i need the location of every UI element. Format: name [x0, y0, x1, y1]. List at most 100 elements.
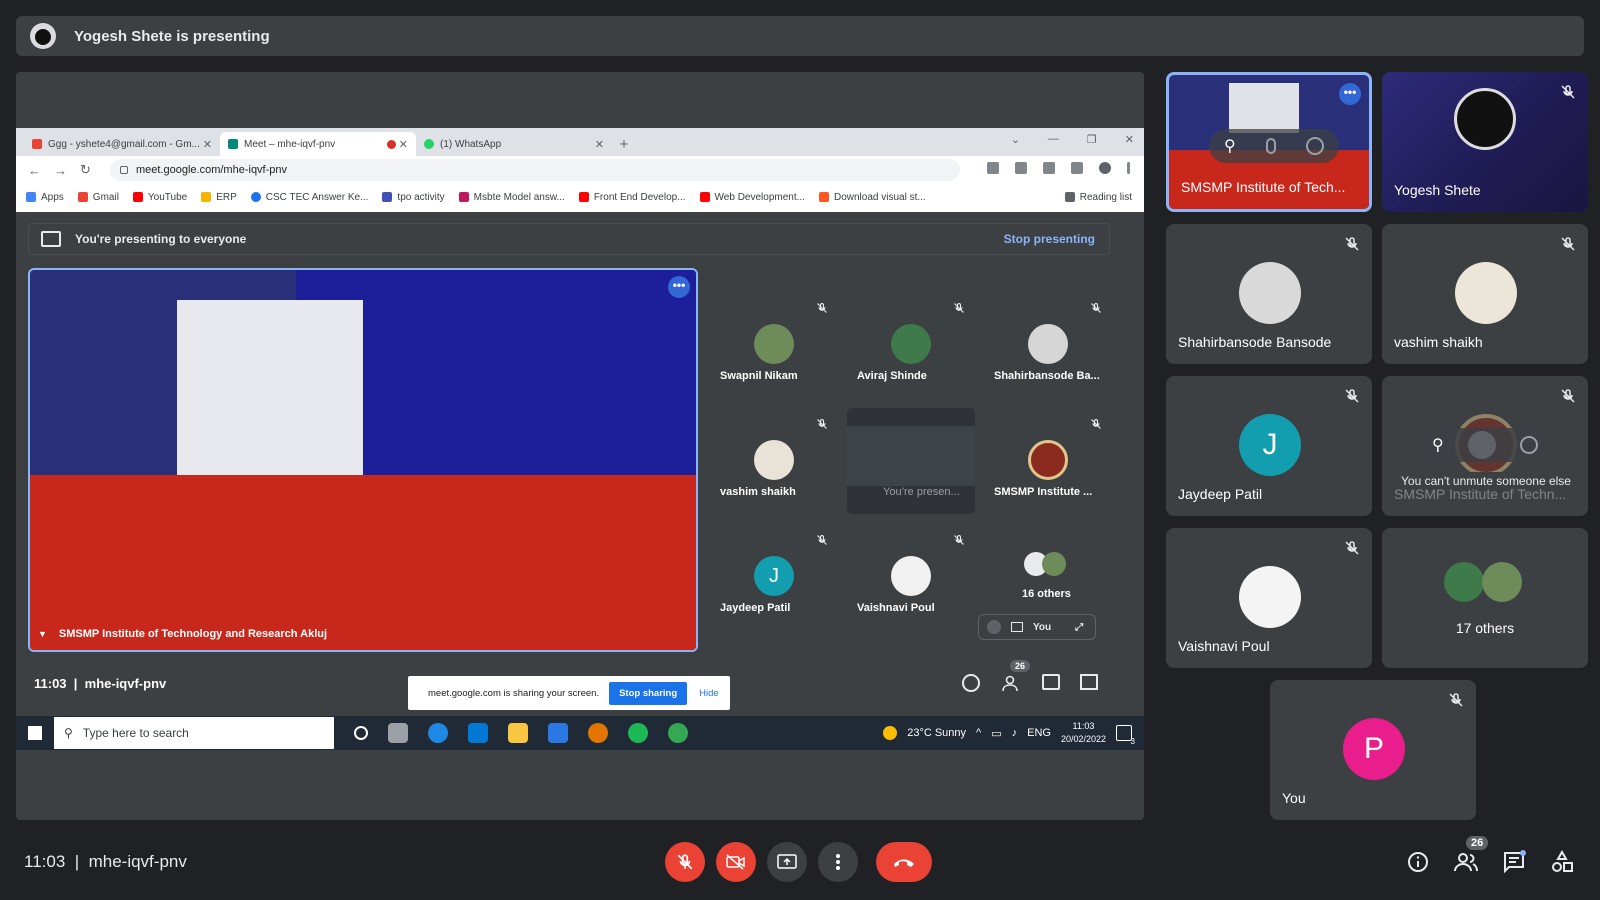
tray-chevron-icon[interactable]: ^ [976, 727, 981, 739]
reading-list-label: Reading list [1079, 191, 1132, 203]
stop-sharing-button[interactable]: Stop sharing [609, 681, 688, 705]
close-icon[interactable]: ✕ [203, 138, 212, 151]
inner-tile-others[interactable]: 16 others You ⤢ [978, 524, 1112, 640]
info-icon[interactable] [962, 674, 980, 692]
mail-icon[interactable] [468, 723, 488, 743]
lock-icon [120, 166, 128, 174]
taskbar-search[interactable]: ⚲ Type here to search [54, 717, 334, 749]
remove-icon[interactable] [1519, 436, 1538, 454]
browser-tab-gmail[interactable]: Ggg - yshete4@gmail.com - Gm... ✕ [24, 132, 220, 156]
share-icon[interactable] [1015, 162, 1027, 174]
bookmark-erp[interactable]: ERP [201, 192, 237, 203]
more-options-button[interactable] [818, 842, 858, 882]
system-tray: 23°C Sunny ^ ▭ ♪ ENG 11:03 20/02/2022 3 [883, 720, 1135, 746]
camera-toggle-button[interactable] [716, 842, 756, 882]
language-indicator[interactable]: ENG [1027, 727, 1051, 739]
tile-smsmp-institute[interactable]: ••• ⚲ SMSMP Institute of Tech... [1166, 72, 1372, 212]
bookmark-csc[interactable]: CSC TEC Answer Ke... [250, 192, 368, 203]
tile-you[interactable]: P You [1270, 680, 1476, 820]
pin-icon[interactable]: ⚲ [1224, 136, 1236, 156]
bookmark-gmail[interactable]: Gmail [77, 192, 119, 203]
minimize-icon[interactable]: — [1048, 133, 1059, 146]
bookmark-tpo[interactable]: tpo activity [382, 192, 445, 203]
bookmark-download[interactable]: Download visual st... [818, 192, 926, 203]
file-explorer-icon[interactable] [508, 723, 528, 743]
chat-icon[interactable] [1042, 674, 1060, 690]
new-tab-button[interactable]: + [612, 136, 636, 156]
people-icon[interactable] [1002, 674, 1022, 692]
expand-icon[interactable]: ⤢ [1075, 622, 1083, 633]
inner-meeting-info: 11:03 | mhe-iqvf-pnv [34, 676, 167, 691]
bookmark-msbte[interactable]: Msbte Model answ... [458, 191, 565, 203]
tile-17-others[interactable]: 17 others [1382, 528, 1588, 668]
windows-start-icon[interactable] [28, 726, 42, 740]
chrome-icon[interactable] [588, 723, 608, 743]
shared-screen: Ggg - yshete4@gmail.com - Gm... ✕ Meet –… [16, 72, 1144, 820]
inner-featured-label: SMSMP Institute of Technology and Resear… [38, 628, 327, 640]
presenter-avatar [30, 23, 56, 49]
tile-hover-controls: ⚲ [1209, 129, 1339, 163]
self-label: You [1033, 621, 1052, 633]
close-icon[interactable]: ✕ [595, 138, 604, 151]
mic-off-icon[interactable] [987, 620, 1001, 634]
notifications-icon[interactable]: 3 [1116, 725, 1135, 746]
more-options-icon[interactable]: ••• [668, 276, 690, 298]
volume-icon[interactable]: ♪ [1012, 727, 1018, 739]
tab-search-icon[interactable]: ⌄ [1011, 133, 1020, 146]
camera-icon[interactable] [987, 162, 999, 174]
profile-icon[interactable] [1099, 162, 1111, 174]
camera-icon[interactable] [1011, 622, 1023, 632]
cortana-icon[interactable] [354, 726, 368, 740]
restore-icon[interactable]: ❐ [1087, 133, 1097, 146]
address-bar[interactable]: meet.google.com/mhe-iqvf-pnv [110, 159, 960, 181]
network-icon[interactable]: ▭ [991, 727, 1001, 740]
more-options-icon[interactable]: ••• [1339, 83, 1361, 105]
hide-button[interactable]: Hide [699, 688, 719, 699]
tile-smsmp-institute-2[interactable]: ⚲ You can't unmute someone else SMSMP In… [1382, 376, 1588, 516]
bookmark-frontend[interactable]: Front End Develop... [578, 192, 686, 203]
chat-icon[interactable] [1502, 850, 1526, 874]
forward-icon[interactable]: → [54, 163, 80, 178]
inner-tile-self-presenting: You’re presen... [847, 408, 975, 514]
task-view-icon[interactable] [388, 723, 408, 743]
remove-icon[interactable] [1305, 137, 1324, 155]
weather-text[interactable]: 23°C Sunny [907, 727, 966, 739]
tile-vashim-shaikh[interactable]: vashim shaikh [1382, 224, 1588, 364]
edge-icon[interactable] [428, 723, 448, 743]
store-icon[interactable] [548, 723, 568, 743]
bookmark-webdev[interactable]: Web Development... [699, 192, 805, 203]
pin-icon[interactable]: ⚲ [1432, 435, 1444, 455]
kebab-menu-icon[interactable] [1127, 162, 1130, 174]
reading-list[interactable]: Reading list [1064, 191, 1132, 203]
window-close-icon[interactable]: ✕ [1125, 133, 1134, 146]
stop-presenting-button[interactable]: Stop presenting [1004, 232, 1095, 246]
bookmark-apps[interactable]: Apps [26, 192, 64, 203]
spotify-icon[interactable] [628, 723, 648, 743]
tile-yogesh-shete[interactable]: Yogesh Shete [1382, 72, 1588, 212]
participant-name: You’re presen... [883, 486, 960, 498]
participant-name: Shahirbansode Ba... [994, 370, 1100, 382]
browser-tab-meet[interactable]: Meet – mhe-iqvf-pnv ✕ [220, 132, 416, 156]
mute-icon[interactable] [1265, 138, 1276, 154]
tile-jaydeep-patil[interactable]: J Jaydeep Patil [1166, 376, 1372, 516]
tile-vaishnavi-poul[interactable]: Vaishnavi Poul [1166, 528, 1372, 668]
taskbar-clock[interactable]: 11:03 20/02/2022 [1061, 720, 1106, 746]
chrome-icon[interactable] [668, 723, 688, 743]
mic-toggle-button[interactable] [665, 842, 705, 882]
info-icon[interactable] [1406, 850, 1430, 874]
leave-call-button[interactable] [876, 842, 932, 882]
tile-shahirbansode[interactable]: Shahirbansode Bansode [1166, 224, 1372, 364]
close-icon[interactable]: ✕ [399, 138, 408, 151]
browser-tab-whatsapp[interactable]: (1) WhatsApp ✕ [416, 132, 612, 156]
back-icon[interactable]: ← [28, 163, 54, 178]
activities-icon[interactable] [1550, 850, 1574, 874]
present-now-button[interactable] [767, 842, 807, 882]
bookmark-label: Msbte Model answ... [473, 191, 565, 203]
people-icon[interactable] [1454, 850, 1478, 874]
star-icon[interactable] [1043, 162, 1055, 174]
mute-disabled-icon[interactable] [1467, 431, 1496, 459]
activities-icon[interactable] [1080, 674, 1098, 690]
extensions-icon[interactable] [1071, 162, 1083, 174]
reload-icon[interactable]: ↻ [80, 162, 106, 178]
bookmark-youtube[interactable]: YouTube [132, 192, 187, 203]
